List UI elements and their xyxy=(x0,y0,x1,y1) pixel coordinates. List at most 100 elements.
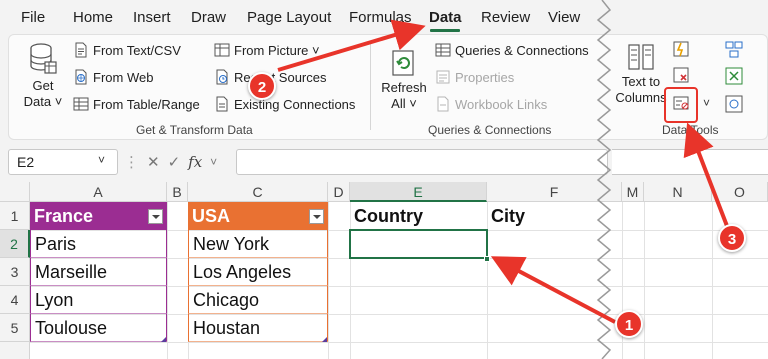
column-header-m[interactable]: M xyxy=(622,182,644,202)
data-validation-highlight xyxy=(664,87,698,123)
tab-home[interactable]: Home xyxy=(73,9,113,26)
table-cell[interactable]: Houstan xyxy=(188,314,328,342)
workbook-links-label: Workbook Links xyxy=(455,96,548,112)
fill-handle[interactable] xyxy=(484,256,490,262)
connections-icon xyxy=(216,96,228,112)
validation-dropdown-icon[interactable]: ˅ xyxy=(703,96,710,110)
annotation-marker-3: 3 xyxy=(718,224,746,252)
column-header-e[interactable]: E xyxy=(350,182,487,202)
table-cell[interactable]: Lyon xyxy=(30,286,167,314)
from-picture-button[interactable]: From Picture ˅ xyxy=(214,42,320,58)
city-header-cell[interactable]: City xyxy=(487,202,607,230)
text-to-columns-icon xyxy=(628,44,654,70)
refresh-all-button[interactable]: Refresh All ˅ xyxy=(380,48,428,112)
table-cell[interactable]: Paris xyxy=(30,230,167,258)
column-header-a[interactable]: A xyxy=(30,182,167,202)
column-header-d[interactable]: D xyxy=(328,182,350,202)
properties-button[interactable]: Properties xyxy=(435,69,514,85)
row-header-5[interactable]: 5 xyxy=(0,314,30,342)
select-all-corner[interactable] xyxy=(0,182,30,202)
web-page-icon xyxy=(75,69,87,85)
selected-cell-e2[interactable] xyxy=(349,229,488,259)
get-data-label-1: Get xyxy=(32,78,54,93)
active-tab-indicator xyxy=(430,29,460,32)
from-picture-label: From Picture ˅ xyxy=(234,42,320,58)
table-cell[interactable]: Los Angeles xyxy=(188,258,328,286)
from-text-csv-label: From Text/CSV xyxy=(93,42,181,58)
recent-sources-icon xyxy=(216,69,228,85)
row-header-6[interactable] xyxy=(0,342,30,359)
usa-table-header[interactable]: USA xyxy=(188,202,328,230)
row-header-4[interactable]: 4 xyxy=(0,286,30,314)
gridline xyxy=(712,202,713,359)
from-web-button[interactable]: From Web xyxy=(73,69,153,85)
row-header-1[interactable]: 1 xyxy=(0,202,30,230)
tab-view[interactable]: View xyxy=(548,9,580,26)
column-header-c[interactable]: C xyxy=(188,182,328,202)
text-file-icon xyxy=(75,42,87,58)
tab-page-layout[interactable]: Page Layout xyxy=(247,9,331,26)
picture-table-icon xyxy=(214,43,230,57)
group-get-transform-label: Get & Transform Data xyxy=(136,123,253,137)
gridline xyxy=(644,202,645,359)
row-header-3[interactable]: 3 xyxy=(0,258,30,286)
refresh-label-1: Refresh xyxy=(381,80,427,95)
formula-input-continued[interactable] xyxy=(612,149,768,175)
column-header-o[interactable]: O xyxy=(712,182,768,202)
from-table-range-button[interactable]: From Table/Range xyxy=(73,96,200,112)
formula-input[interactable] xyxy=(236,149,608,175)
manage-data-model-icon[interactable] xyxy=(724,94,744,114)
insert-function-icon[interactable]: fx xyxy=(188,153,202,171)
table-resize-handle[interactable] xyxy=(322,337,327,342)
from-web-label: From Web xyxy=(93,69,154,85)
column-header-b[interactable]: B xyxy=(167,182,188,202)
france-table-header[interactable]: France xyxy=(30,202,167,230)
filter-dropdown-icon[interactable] xyxy=(309,209,324,224)
tab-draw[interactable]: Draw xyxy=(191,9,226,26)
row-header-2[interactable]: 2 xyxy=(0,230,30,258)
queries-connections-button[interactable]: Queries & Connections xyxy=(435,42,589,58)
database-icon xyxy=(30,43,57,74)
usa-header-text: USA xyxy=(192,206,231,226)
flash-fill-icon[interactable] xyxy=(672,40,690,58)
consolidate-icon[interactable] xyxy=(724,40,744,58)
refresh-icon xyxy=(392,50,414,76)
group-data-tools-label: Data Tools xyxy=(662,123,719,137)
france-header-text: France xyxy=(34,206,94,226)
table-resize-handle[interactable] xyxy=(161,337,166,342)
relationships-icon[interactable] xyxy=(724,66,744,86)
text-to-columns-label-1: Text to xyxy=(621,74,661,89)
group-separator xyxy=(370,44,371,130)
fx-dropdown-icon[interactable]: ˅ xyxy=(210,155,217,169)
tab-formulas[interactable]: Formulas xyxy=(349,9,412,26)
queries-icon xyxy=(435,43,451,57)
name-box-dropdown-icon[interactable]: ˅ xyxy=(98,153,105,167)
text-to-columns-button[interactable]: Text to Columns xyxy=(614,42,668,106)
remove-duplicates-icon[interactable] xyxy=(672,66,690,84)
country-header-cell[interactable]: Country xyxy=(350,202,487,230)
tab-data[interactable]: Data xyxy=(429,9,462,26)
tab-file[interactable]: File xyxy=(21,9,45,26)
table-cell[interactable]: New York xyxy=(188,230,328,258)
table-cell[interactable]: Toulouse xyxy=(30,314,167,342)
enter-icon[interactable]: ✓ xyxy=(168,153,181,171)
existing-connections-button[interactable]: Existing Connections xyxy=(214,96,355,112)
table-cell[interactable]: Chicago xyxy=(188,286,328,314)
table-icon xyxy=(73,97,89,111)
tab-insert[interactable]: Insert xyxy=(133,9,171,26)
existing-connections-label: Existing Connections xyxy=(234,96,356,112)
workbook-links-button[interactable]: Workbook Links xyxy=(435,96,547,112)
menu-bar: File Home Insert Draw Page Layout Formul… xyxy=(0,0,768,34)
text-to-columns-label-2: Columns xyxy=(615,90,667,105)
column-header-n[interactable]: N xyxy=(644,182,712,202)
gridline xyxy=(328,202,329,359)
cancel-icon[interactable]: ✕ xyxy=(147,153,160,171)
table-cell[interactable]: Marseille xyxy=(30,258,167,286)
more-options-icon: ⋮ xyxy=(124,154,139,171)
tab-review[interactable]: Review xyxy=(481,9,530,26)
get-data-button[interactable]: Get Data ˅ xyxy=(20,42,66,110)
refresh-label-2: All ˅ xyxy=(391,96,417,111)
workbook-links-icon xyxy=(437,96,449,112)
filter-dropdown-icon[interactable] xyxy=(148,209,163,224)
from-text-csv-button[interactable]: From Text/CSV xyxy=(73,42,181,58)
